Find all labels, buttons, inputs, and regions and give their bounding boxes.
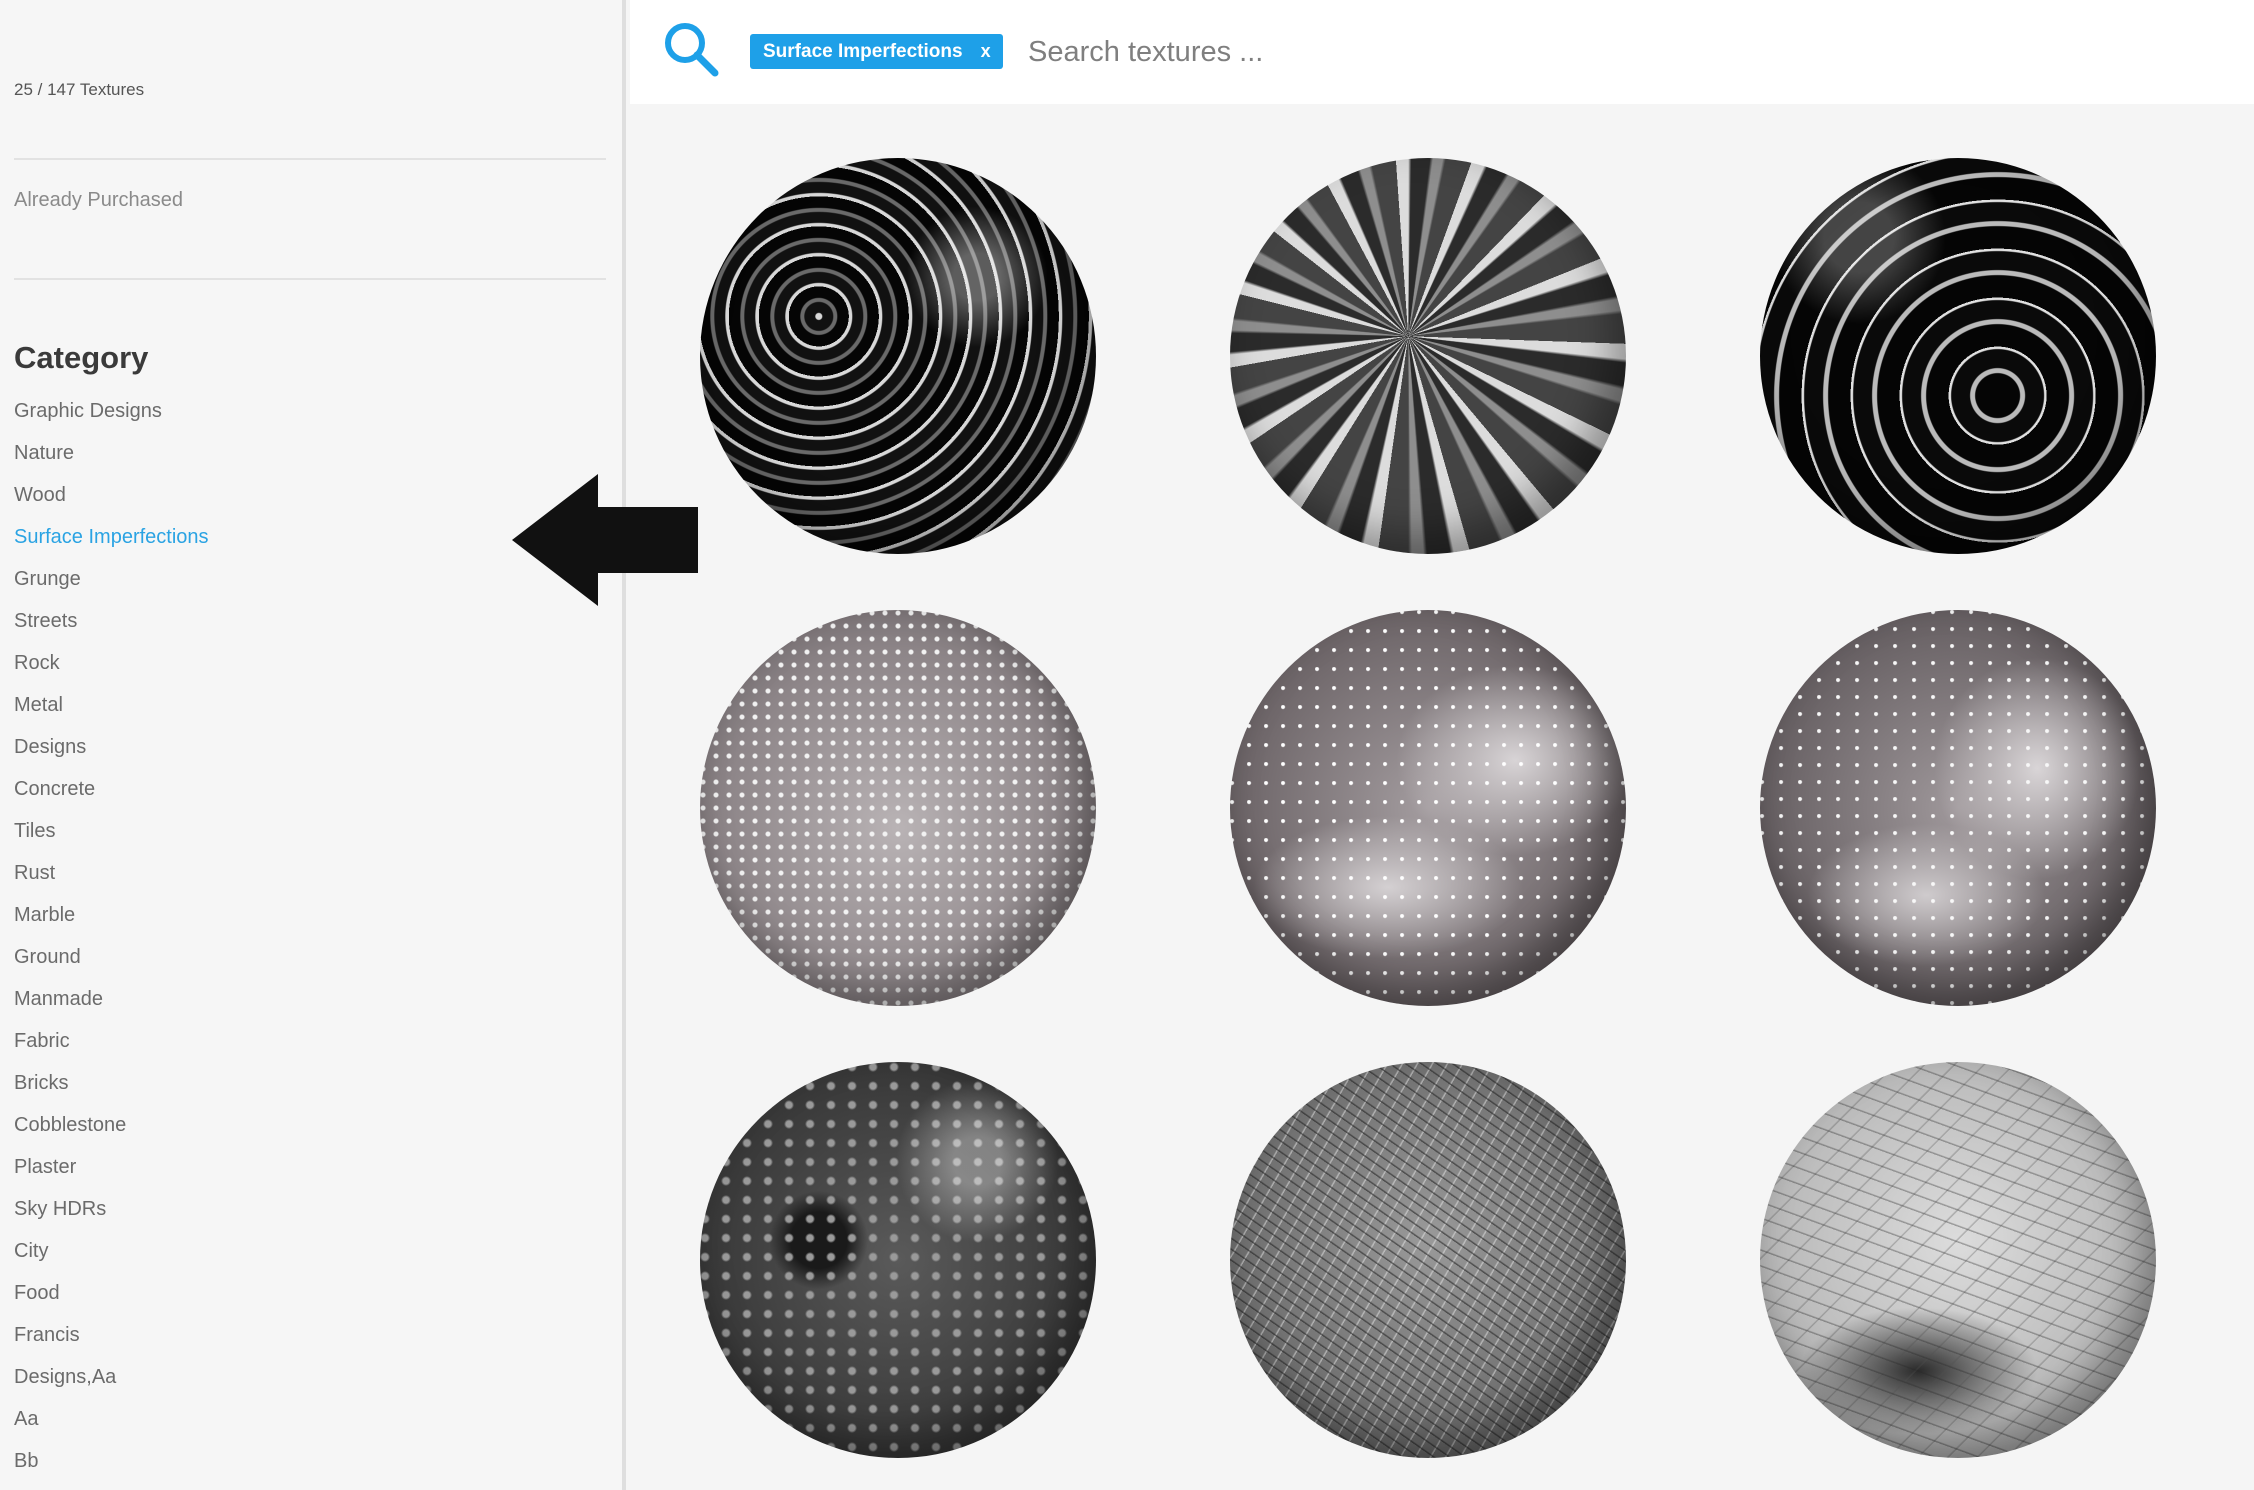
category-list: Graphic Designs Nature Wood Surface Impe…: [14, 397, 209, 1489]
category-item[interactable]: Food: [14, 1279, 209, 1321]
category-item[interactable]: Marble: [14, 901, 209, 943]
category-item[interactable]: Aa: [14, 1405, 209, 1447]
search-input[interactable]: [1026, 26, 1830, 78]
category-item[interactable]: Cobblestone: [14, 1111, 209, 1153]
category-item[interactable]: Concrete: [14, 775, 209, 817]
category-item[interactable]: Nature: [14, 439, 209, 481]
category-item[interactable]: Rust: [14, 859, 209, 901]
category-item[interactable]: Metal: [14, 691, 209, 733]
category-item[interactable]: Plaster: [14, 1153, 209, 1195]
filter-chip-label: Surface Imperfections: [763, 40, 963, 62]
category-title: Category: [14, 340, 149, 375]
category-item[interactable]: Designs: [14, 733, 209, 775]
texture-count: 25 / 147 Textures: [14, 80, 145, 99]
divider: [14, 158, 606, 160]
texture-thumbnail[interactable]: [1230, 610, 1626, 1006]
texture-thumbnail[interactable]: [1230, 1062, 1626, 1458]
category-item[interactable]: Sky HDRs: [14, 1195, 209, 1237]
texture-thumbnail[interactable]: [700, 610, 1096, 1006]
category-item[interactable]: Grunge: [14, 565, 209, 607]
category-item[interactable]: Francis: [14, 1321, 209, 1363]
search-icon[interactable]: [662, 20, 720, 78]
category-item[interactable]: Wood: [14, 481, 209, 523]
category-item[interactable]: Graphic Designs: [14, 397, 209, 439]
remove-filter-icon[interactable]: x: [981, 41, 991, 62]
category-item[interactable]: Manmade: [14, 985, 209, 1027]
category-item-active[interactable]: Surface Imperfections: [14, 523, 209, 565]
category-item[interactable]: Rock: [14, 649, 209, 691]
texture-thumbnail[interactable]: [700, 1062, 1096, 1458]
category-item[interactable]: Bb: [14, 1447, 209, 1489]
category-item[interactable]: Tiles: [14, 817, 209, 859]
sidebar: 25 / 147 Textures Already Purchased Cate…: [0, 0, 626, 1490]
search-bar: Surface Imperfections x: [630, 0, 2254, 104]
texture-thumbnail[interactable]: [1230, 158, 1626, 554]
category-item[interactable]: Streets: [14, 607, 209, 649]
texture-thumbnail[interactable]: [1760, 158, 2156, 554]
category-item[interactable]: City: [14, 1237, 209, 1279]
filter-chip: Surface Imperfections x: [750, 34, 1003, 69]
already-purchased-filter[interactable]: Already Purchased: [14, 189, 183, 212]
texture-thumbnail[interactable]: [700, 158, 1096, 554]
category-item[interactable]: Ground: [14, 943, 209, 985]
left-arrow-icon: [512, 474, 698, 606]
category-item[interactable]: Bricks: [14, 1069, 209, 1111]
divider: [14, 278, 606, 280]
texture-thumbnail[interactable]: [1760, 610, 2156, 1006]
texture-thumbnail[interactable]: [1760, 1062, 2156, 1458]
category-item[interactable]: Designs,Aa: [14, 1363, 209, 1405]
category-item[interactable]: Fabric: [14, 1027, 209, 1069]
